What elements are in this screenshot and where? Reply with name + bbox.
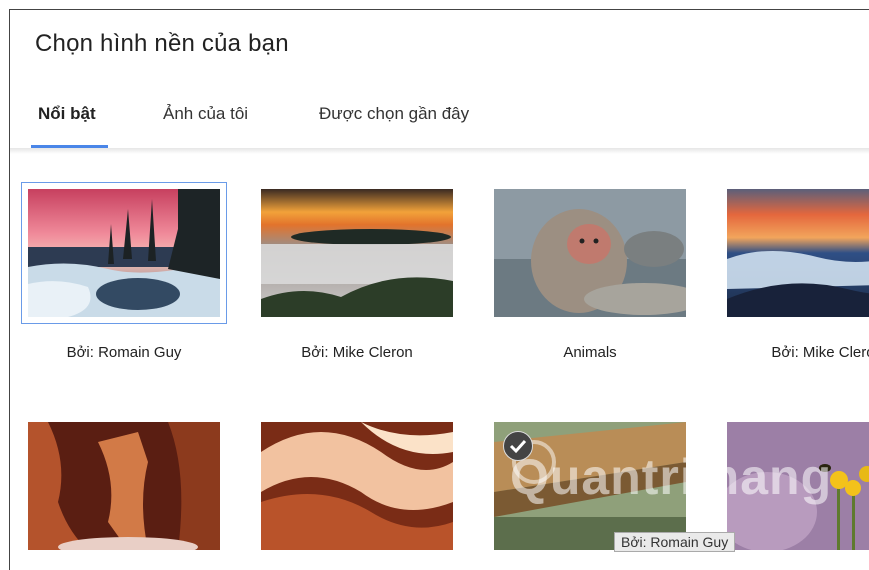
wallpaper-caption: Bởi: Mike Cleron bbox=[301, 344, 413, 361]
wallpaper-tile-red-canyon[interactable] bbox=[28, 422, 220, 550]
wallpaper-caption: Bởi: Romain Guy bbox=[66, 344, 182, 361]
tabbar-divider bbox=[10, 148, 869, 154]
wallpaper-image bbox=[494, 189, 686, 317]
tab-featured[interactable]: Nổi bật bbox=[38, 102, 96, 150]
wallpaper-tile-slot-canyon[interactable] bbox=[261, 422, 453, 550]
tooltip: Bởi: Romain Guy bbox=[614, 532, 736, 552]
wallpaper-image bbox=[261, 422, 453, 550]
wallpaper-tile-foggy-hills[interactable] bbox=[261, 189, 453, 317]
wallpaper-image bbox=[261, 189, 453, 317]
wallpaper-image bbox=[28, 422, 220, 550]
tab-recently-used[interactable]: Được chọn gần đây bbox=[319, 102, 469, 150]
wallpaper-caption: Bởi: Mike Clero bbox=[771, 344, 869, 361]
wallpaper-tile-sea-of-clouds[interactable] bbox=[727, 189, 869, 317]
wallpaper-tile-frozen-lake[interactable] bbox=[21, 182, 227, 324]
watermark: Quantrimang bbox=[510, 449, 833, 505]
dialog-title: Chọn hình nền của bạn bbox=[35, 30, 289, 57]
wallpaper-tile-snow-monkey[interactable] bbox=[494, 189, 686, 317]
tab-my-photos[interactable]: Ảnh của tôi bbox=[163, 102, 248, 150]
wallpaper-picker-dialog: Chọn hình nền của bạn Nổi bật Ảnh của tô… bbox=[9, 9, 869, 570]
wallpaper-image bbox=[727, 189, 869, 317]
wallpaper-image bbox=[28, 189, 220, 317]
wallpaper-caption: Animals bbox=[563, 344, 617, 361]
